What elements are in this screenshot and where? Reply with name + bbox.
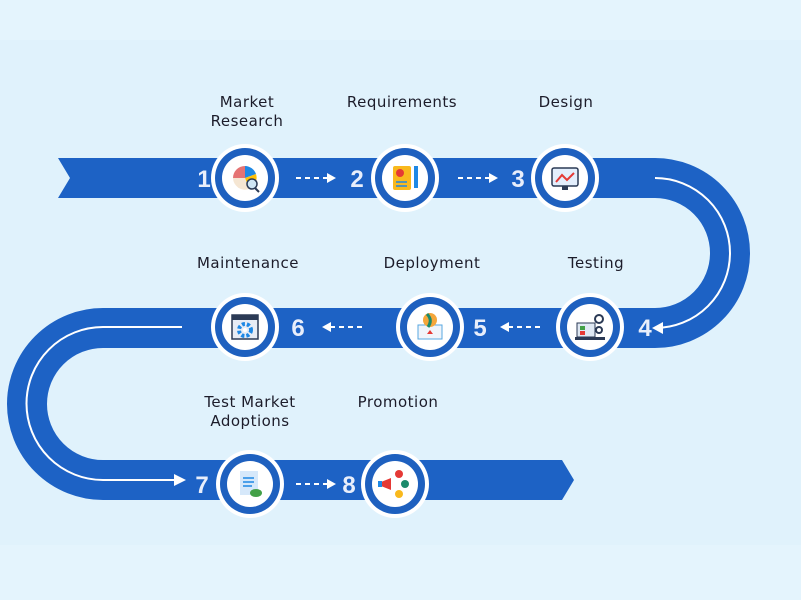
step-number: 3: [511, 166, 524, 193]
step-label: Market: [220, 93, 275, 111]
step-number: 8: [342, 472, 355, 499]
step-number: 2: [350, 166, 363, 193]
step-number: 5: [473, 315, 486, 342]
step-number: 7: [195, 472, 208, 499]
step-label: Maintenance: [197, 254, 299, 272]
step-label: Test Market: [203, 393, 295, 411]
step-number: 1: [197, 166, 210, 193]
step-label: Adoptions: [210, 412, 289, 430]
document-checklist-pencil-icon: [393, 166, 418, 190]
step-label: Requirements: [347, 93, 457, 111]
maintenance-browser-gear-icon: [231, 314, 259, 340]
step-label: Design: [539, 93, 594, 111]
step-number: 6: [291, 315, 304, 342]
design-monitor-icon: [551, 167, 579, 190]
process-roadmap-diagram: 1 MarketResearch 2 Requirements 3 Design 4 Test…: [0, 40, 801, 545]
step-label: Deployment: [384, 254, 481, 272]
step-label: Research: [211, 112, 284, 130]
step-label: Testing: [567, 254, 624, 272]
step-number: 4: [638, 315, 652, 342]
step-label: Promotion: [358, 393, 439, 411]
